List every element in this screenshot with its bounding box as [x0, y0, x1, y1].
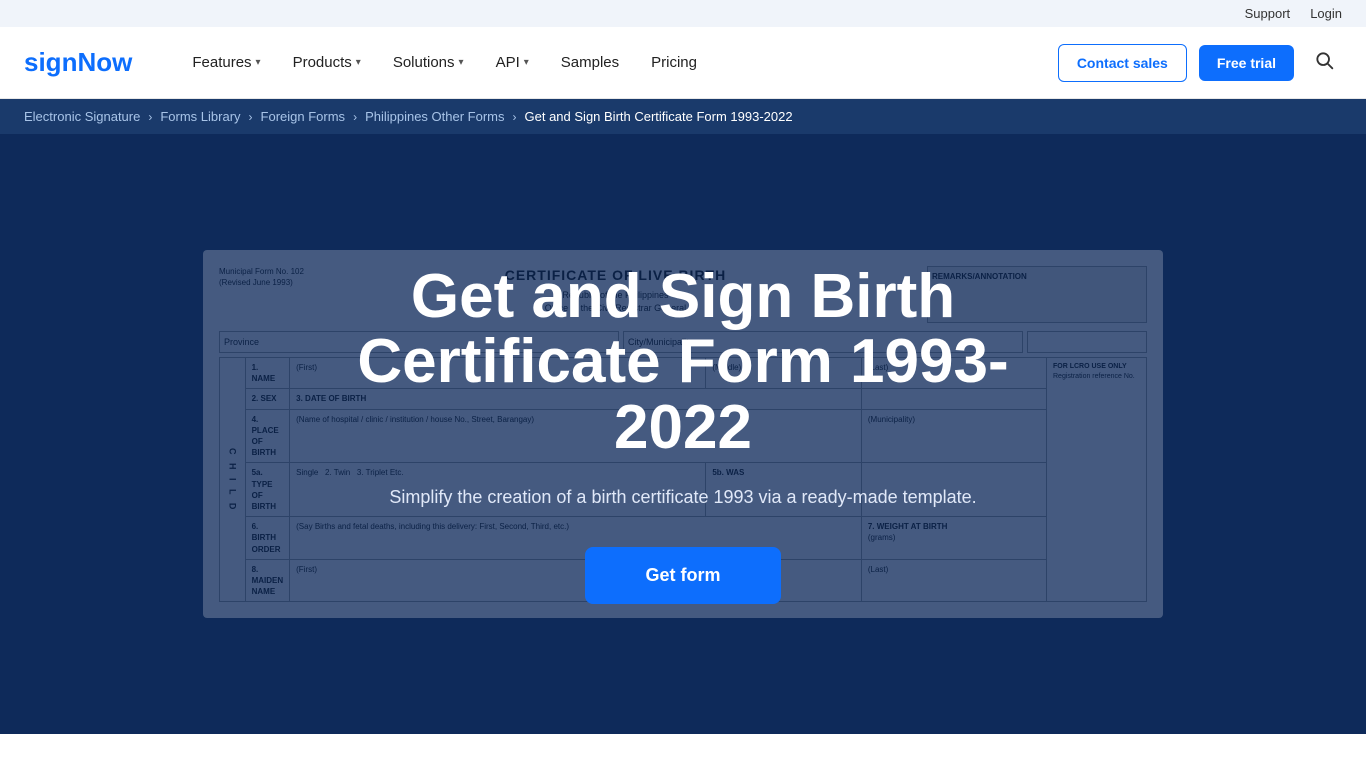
- nav-samples[interactable]: Samples: [549, 46, 631, 79]
- nav-features[interactable]: Features ▾: [180, 46, 272, 79]
- hero-subtitle: Simplify the creation of a birth certifi…: [357, 484, 1009, 511]
- logo-text: signNow: [24, 47, 132, 78]
- breadcrumb-philippines-other-forms[interactable]: Philippines Other Forms: [365, 109, 504, 124]
- nav-solutions[interactable]: Solutions ▾: [381, 46, 476, 79]
- support-link[interactable]: Support: [1245, 6, 1291, 21]
- chevron-down-icon: ▾: [256, 57, 261, 68]
- breadcrumb-forms-library[interactable]: Forms Library: [160, 109, 240, 124]
- login-link[interactable]: Login: [1310, 6, 1342, 21]
- nav-pricing[interactable]: Pricing: [639, 46, 709, 79]
- get-form-button[interactable]: Get form: [585, 547, 780, 604]
- hero-content: Get and Sign Birth Certificate Form 1993…: [333, 216, 1033, 651]
- nav-api[interactable]: API ▾: [484, 46, 541, 79]
- breadcrumb-current: Get and Sign Birth Certificate Form 1993…: [525, 109, 793, 124]
- header: signNow Features ▾ Products ▾ Solutions …: [0, 27, 1366, 99]
- breadcrumb: Electronic Signature › Forms Library › F…: [0, 99, 1366, 134]
- chevron-down-icon: ▾: [459, 57, 464, 68]
- main-nav: Features ▾ Products ▾ Solutions ▾ API ▾ …: [180, 46, 1025, 79]
- chevron-down-icon: ▾: [356, 57, 361, 68]
- free-trial-button[interactable]: Free trial: [1199, 45, 1294, 81]
- top-bar: Support Login: [0, 0, 1366, 27]
- breadcrumb-separator: ›: [249, 110, 253, 124]
- hero-section: Municipal Form No. 102(Revised June 1993…: [0, 134, 1366, 734]
- breadcrumb-separator: ›: [148, 110, 152, 124]
- nav-products[interactable]: Products ▾: [281, 46, 373, 79]
- header-actions: Contact sales Free trial: [1058, 42, 1342, 83]
- logo[interactable]: signNow: [24, 47, 132, 78]
- search-icon: [1314, 50, 1334, 70]
- chevron-down-icon: ▾: [524, 57, 529, 68]
- contact-sales-button[interactable]: Contact sales: [1058, 44, 1187, 82]
- breadcrumb-foreign-forms[interactable]: Foreign Forms: [261, 109, 346, 124]
- breadcrumb-electronic-signature[interactable]: Electronic Signature: [24, 109, 140, 124]
- breadcrumb-separator: ›: [353, 110, 357, 124]
- hero-title: Get and Sign Birth Certificate Form 1993…: [357, 264, 1009, 459]
- breadcrumb-separator: ›: [513, 110, 517, 124]
- search-button[interactable]: [1306, 42, 1342, 83]
